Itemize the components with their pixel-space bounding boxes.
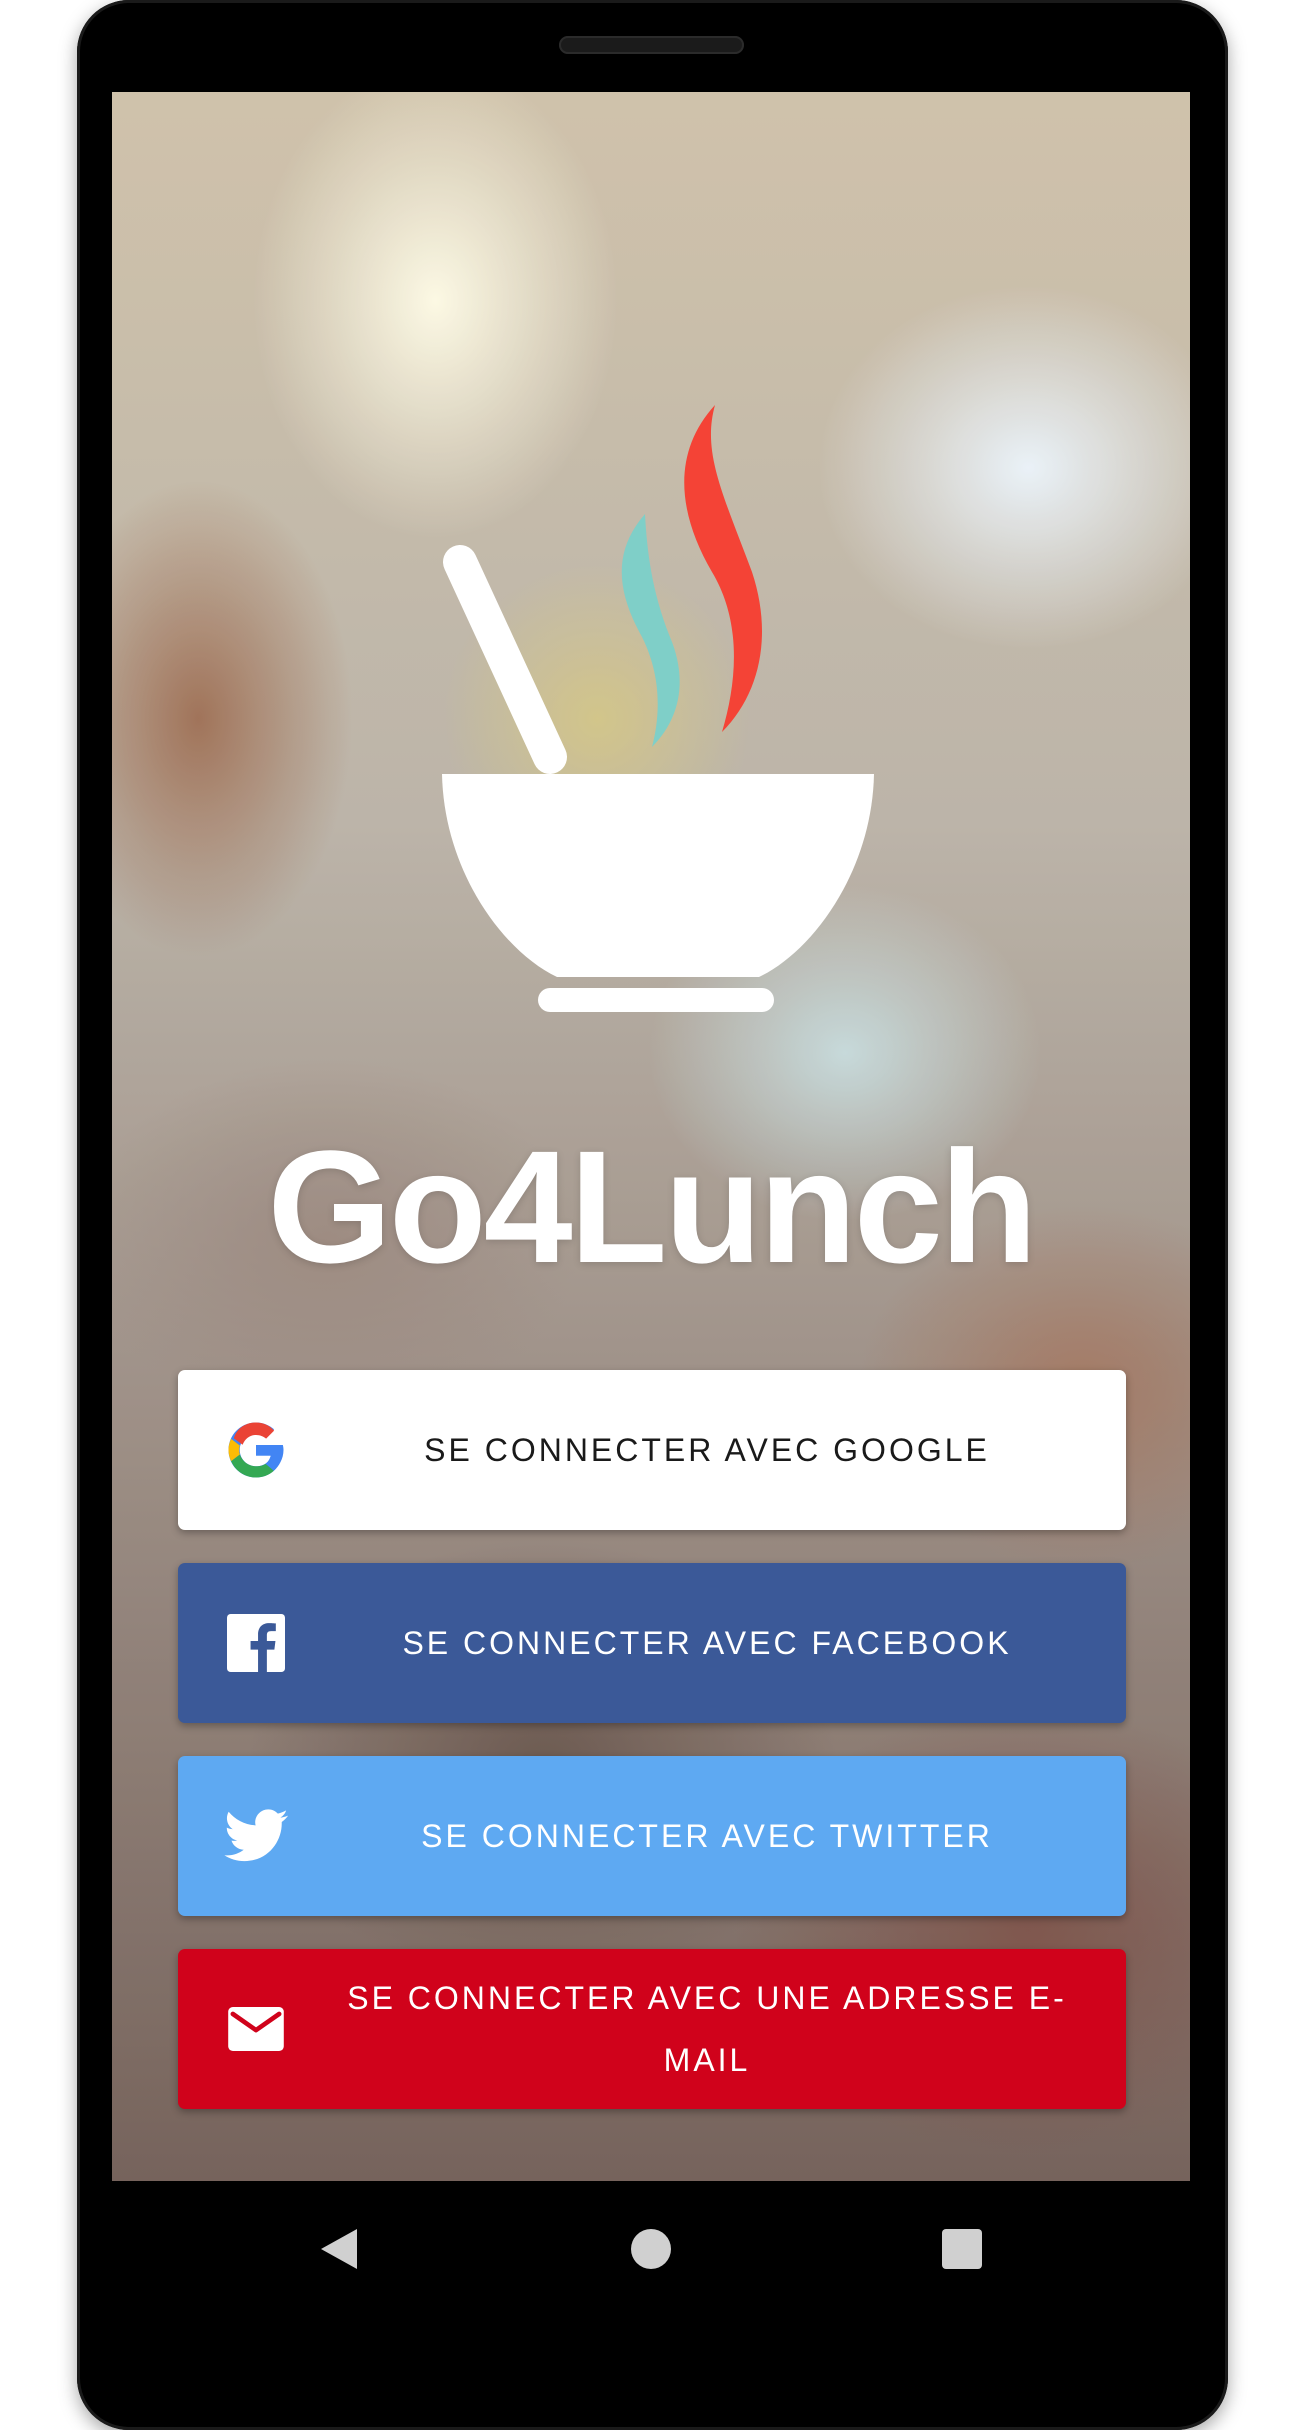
- google-icon: [224, 1418, 288, 1482]
- recents-icon[interactable]: [942, 2228, 982, 2269]
- facebook-icon: [224, 1611, 288, 1675]
- back-icon[interactable]: [317, 2227, 361, 2271]
- app-title: Go4Lunch: [267, 1117, 1037, 1296]
- phone-frame: Go4Lunch SE CONNECTER AVEC GOOGLE SE CON…: [77, 0, 1228, 2430]
- bowl-icon: [442, 774, 874, 977]
- email-login-label: SE CONNECTER AVEC UNE ADRESSE E-MAIL: [347, 1980, 1067, 2078]
- login-screen: Go4Lunch SE CONNECTER AVEC GOOGLE SE CON…: [112, 92, 1190, 2181]
- mail-icon: [224, 1997, 288, 2061]
- steam-teal-icon: [621, 514, 680, 747]
- home-icon[interactable]: [630, 2228, 672, 2270]
- twitter-login-label: SE CONNECTER AVEC TWITTER: [421, 1818, 993, 1854]
- facebook-login-label: SE CONNECTER AVEC FACEBOOK: [402, 1625, 1012, 1661]
- google-login-label: SE CONNECTER AVEC GOOGLE: [424, 1432, 990, 1468]
- email-login-button[interactable]: SE CONNECTER AVEC UNE ADRESSE E-MAIL: [178, 1949, 1126, 2109]
- spoon-icon: [443, 545, 567, 774]
- twitter-login-button[interactable]: SE CONNECTER AVEC TWITTER: [178, 1756, 1126, 1916]
- twitter-icon: [224, 1804, 288, 1868]
- steam-red-icon: [684, 405, 762, 732]
- bowl-base-icon: [538, 988, 774, 1012]
- earpiece-speaker: [559, 36, 744, 54]
- soup-bowl-icon: [442, 405, 874, 1012]
- facebook-login-button[interactable]: SE CONNECTER AVEC FACEBOOK: [178, 1563, 1126, 1723]
- google-login-button[interactable]: SE CONNECTER AVEC GOOGLE: [178, 1370, 1126, 1530]
- android-navigation-bar: [112, 2181, 1190, 2316]
